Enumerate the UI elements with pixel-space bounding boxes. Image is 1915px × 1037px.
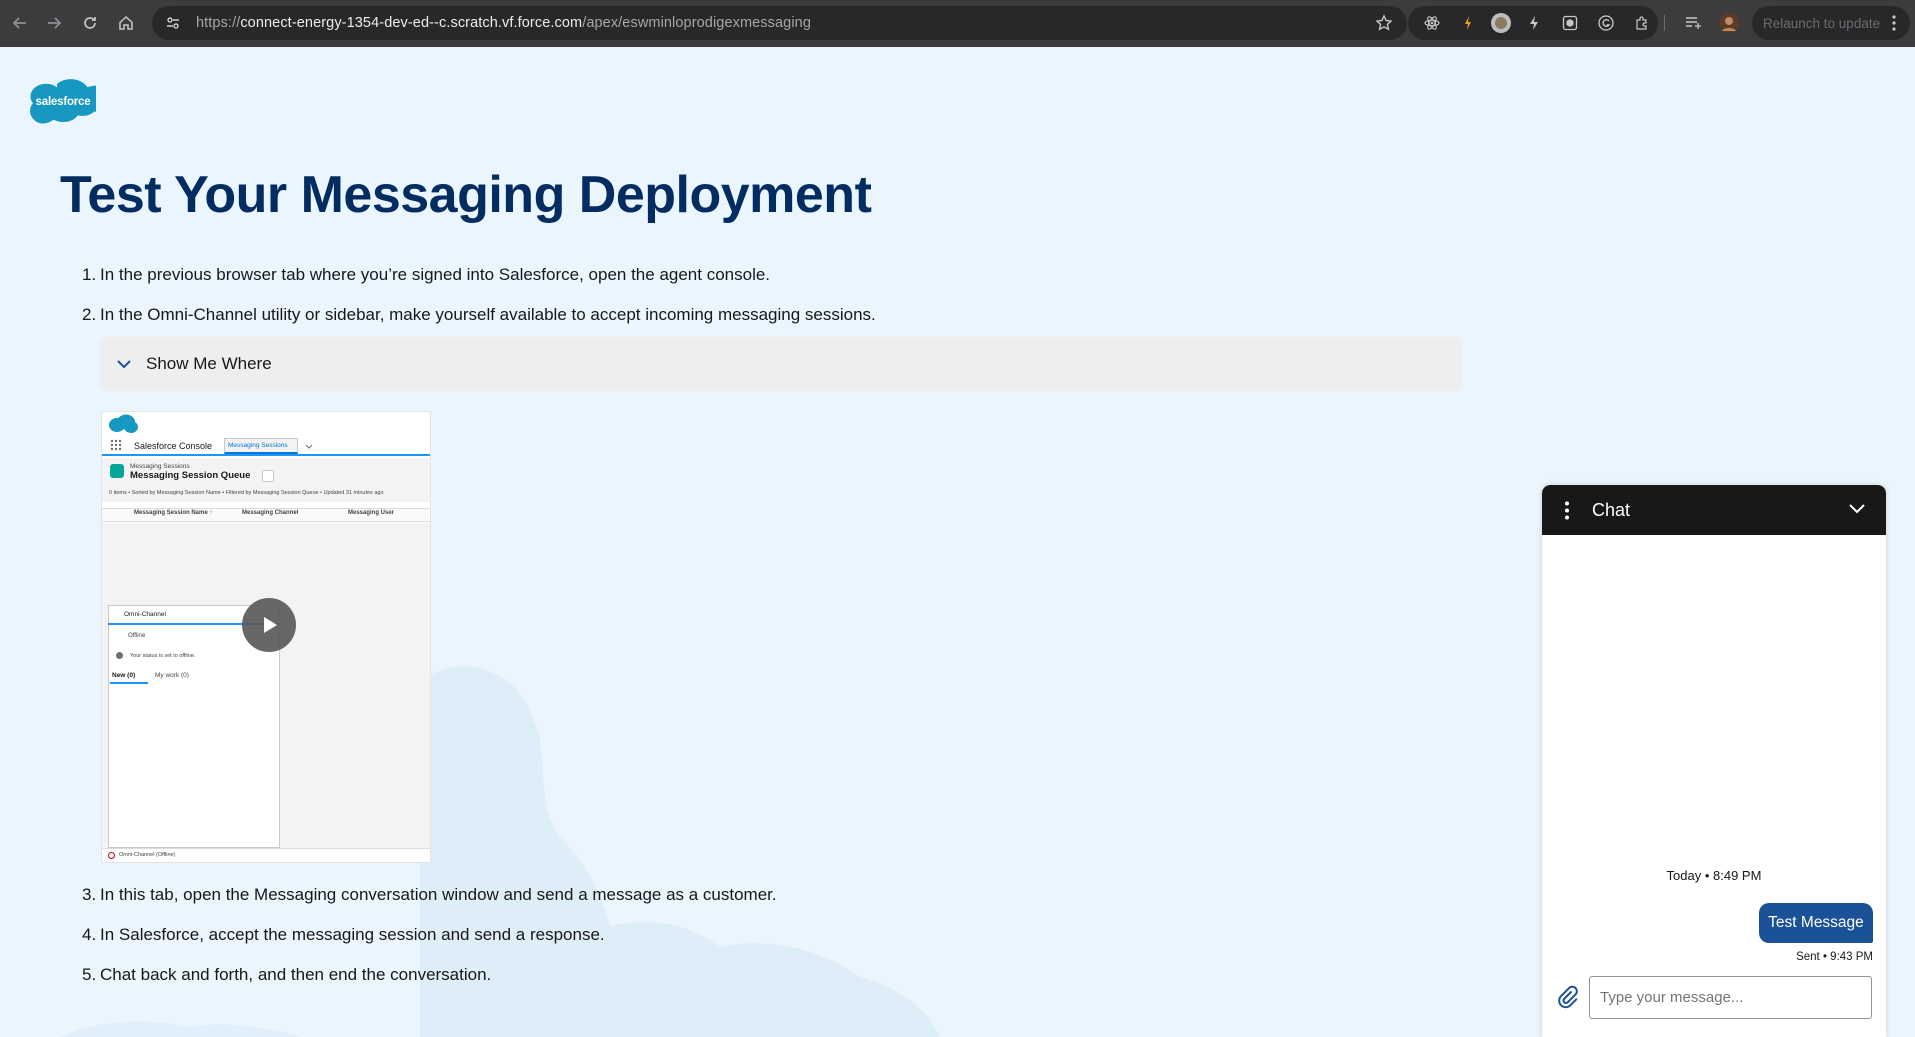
offline-indicator-icon bbox=[108, 852, 115, 859]
extensions-tray bbox=[1408, 6, 1658, 40]
play-icon bbox=[264, 617, 277, 633]
video-mywork-tab: My work (0) bbox=[155, 672, 189, 679]
logo-text: salesforce bbox=[35, 96, 91, 108]
step-text: Chat back and forth, and then end the co… bbox=[100, 965, 492, 984]
step-1: 1. In the previous browser tab where you’… bbox=[82, 265, 770, 285]
pin-icon bbox=[262, 470, 274, 482]
lightning-bolt-icon[interactable] bbox=[1460, 15, 1476, 31]
video-new-tab: New (0) bbox=[112, 672, 136, 679]
chat-title: Chat bbox=[1592, 500, 1631, 520]
puzzle-extensions-icon[interactable] bbox=[1634, 15, 1650, 31]
app-launcher-icon bbox=[110, 439, 122, 451]
accordion-label: Show Me Where bbox=[146, 354, 272, 373]
message-sent-status: Sent • 9:43 PM bbox=[1796, 951, 1873, 963]
demo-video[interactable]: Salesforce Console Messaging Sessions Me… bbox=[101, 411, 431, 863]
step-number: 1. bbox=[82, 265, 97, 284]
messaging-object-icon bbox=[110, 464, 124, 478]
chat-options-icon[interactable] bbox=[1564, 501, 1570, 520]
profile-extension-icon[interactable] bbox=[1490, 12, 1512, 34]
step-3: 3. In this tab, open the Messaging conver… bbox=[82, 885, 777, 905]
chat-message-input[interactable] bbox=[1589, 976, 1872, 1019]
url-host: connect-energy-1354-dev-ed--c.scratch.vf… bbox=[240, 15, 583, 31]
sent-message-bubble: Test Message bbox=[1759, 903, 1873, 943]
hexagon-extension-icon[interactable] bbox=[1562, 15, 1578, 31]
status-icon bbox=[116, 652, 123, 659]
chat-widget: Chat Today • 8:49 PM Test Message Sent •… bbox=[1542, 485, 1886, 1037]
step-text: In this tab, open the Messaging conversa… bbox=[100, 885, 777, 904]
browser-menu-icon[interactable] bbox=[1891, 15, 1897, 31]
flash-icon[interactable] bbox=[1526, 15, 1542, 31]
reading-list-icon[interactable] bbox=[1684, 14, 1702, 32]
forward-icon[interactable] bbox=[36, 5, 72, 41]
bookmark-star-icon[interactable] bbox=[1375, 14, 1393, 32]
video-new-tab-underline bbox=[110, 682, 148, 684]
step-number: 4. bbox=[82, 925, 97, 944]
url-path: /apex/eswminloprodigexmessaging bbox=[582, 15, 811, 31]
step-2: 2. In the Omni-Channel utility or sidebar… bbox=[82, 305, 876, 325]
step-text: In the previous browser tab where you’re… bbox=[100, 265, 771, 284]
step-number: 2. bbox=[82, 305, 97, 324]
attachment-icon[interactable] bbox=[1556, 985, 1580, 1009]
video-app-name: Salesforce Console bbox=[134, 441, 213, 451]
url-scheme: https:// bbox=[196, 15, 241, 31]
video-col-1: Messaging Session Name ↑ bbox=[134, 510, 213, 516]
video-utility-label: Omni-Channel (Offline) bbox=[119, 852, 176, 858]
video-tab: Messaging Sessions bbox=[224, 438, 298, 454]
site-settings-icon[interactable] bbox=[162, 12, 184, 34]
relaunch-update-button[interactable]: Relaunch to update bbox=[1752, 6, 1910, 40]
video-omni-title: Omni-Channel bbox=[124, 611, 166, 618]
minimize-chat-icon[interactable] bbox=[1848, 500, 1866, 518]
step-4: 4. In Salesforce, accept the messaging se… bbox=[82, 925, 605, 945]
url-text: https://connect-energy-1354-dev-ed--c.sc… bbox=[196, 15, 811, 31]
chevron-down-icon bbox=[117, 360, 131, 369]
step-number: 3. bbox=[82, 885, 97, 904]
video-list-meta: 0 items • Sorted by Messaging Session Na… bbox=[109, 490, 384, 496]
page-title: Test Your Messaging Deployment bbox=[60, 166, 872, 224]
video-offline-status: Offline bbox=[128, 633, 146, 639]
video-list-name: Messaging Session Queue bbox=[130, 470, 251, 481]
show-me-where-accordion[interactable]: Show Me Where bbox=[100, 337, 1462, 391]
chevron-down-icon bbox=[305, 444, 313, 449]
video-object-label: Messaging Sessions bbox=[130, 463, 190, 470]
step-5: 5. Chat back and forth, and then end the … bbox=[82, 965, 491, 985]
video-col-2: Messaging Channel bbox=[242, 510, 299, 516]
address-bar[interactable]: https://connect-energy-1354-dev-ed--c.sc… bbox=[152, 6, 1407, 40]
step-text: In the Omni-Channel utility or sidebar, … bbox=[100, 305, 876, 324]
video-status-message: Your status is set to offline. bbox=[130, 653, 196, 659]
play-button[interactable] bbox=[242, 598, 296, 652]
salesforce-cloud-icon bbox=[109, 414, 138, 433]
reload-icon[interactable] bbox=[72, 5, 108, 41]
conversation-timestamp: Today • 8:49 PM bbox=[1666, 868, 1762, 883]
toolbar-divider bbox=[1664, 15, 1665, 31]
grammarly-icon[interactable] bbox=[1598, 15, 1614, 31]
react-devtools-icon[interactable] bbox=[1424, 15, 1440, 31]
step-text: In Salesforce, accept the messaging sess… bbox=[100, 925, 605, 944]
chat-header: Chat bbox=[1542, 485, 1886, 535]
step-number: 5. bbox=[82, 965, 97, 984]
home-icon[interactable] bbox=[108, 5, 144, 41]
browser-toolbar: https://connect-energy-1354-dev-ed--c.sc… bbox=[0, 0, 1915, 47]
back-icon[interactable] bbox=[2, 5, 38, 41]
video-col-3: Messaging User bbox=[348, 510, 395, 516]
user-avatar-icon[interactable] bbox=[1718, 12, 1740, 34]
